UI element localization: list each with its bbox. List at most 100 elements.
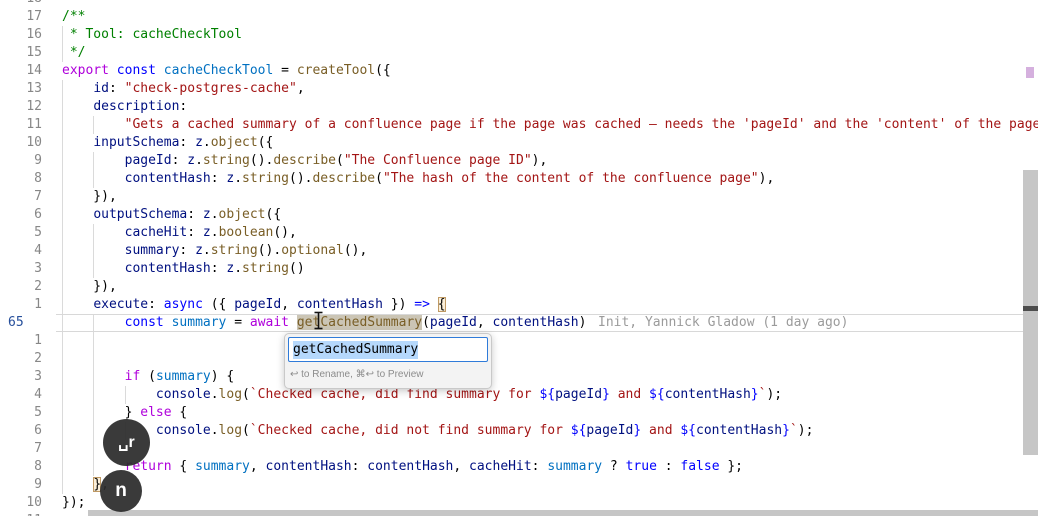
code-line[interactable]: 4 console.log(`Checked cache, did find s…: [0, 386, 1038, 404]
code-token: id: [93, 81, 109, 96]
line-number[interactable]: 3: [0, 260, 56, 278]
line-number[interactable]: 65: [0, 314, 56, 332]
code-token: ().: [289, 171, 313, 186]
line-number[interactable]: 5: [0, 224, 56, 242]
code-token: contentHash: [664, 387, 751, 402]
line-number[interactable]: 5: [0, 404, 56, 422]
git-blame-annotation: Init, Yannick Gladow (1 day ago): [598, 315, 849, 330]
code-token: );: [797, 423, 814, 438]
code-token: ): [578, 315, 587, 330]
code-token: object: [210, 135, 258, 150]
code-line-text: inputSchema: z.object({: [56, 134, 1038, 152]
line-number[interactable]: 9: [0, 476, 56, 494]
code-line[interactable]: 4 summary: z.string().optional(),: [0, 242, 1038, 260]
horizontal-scrollbar-thumb[interactable]: [88, 510, 1038, 516]
code-token: describe: [312, 171, 376, 186]
code-line[interactable]: 3 contentHash: z.string(): [0, 260, 1038, 278]
code-line[interactable]: 8 return { summary, contentHash: content…: [0, 458, 1038, 476]
code-line[interactable]: 2 }),: [0, 278, 1038, 296]
line-number[interactable]: 4: [0, 386, 56, 404]
code-line[interactable]: 12 description:: [0, 98, 1038, 116]
code-token: :: [179, 135, 196, 150]
code-line[interactable]: 2: [0, 350, 1038, 368]
code-line[interactable]: 5 } else {: [0, 404, 1038, 422]
line-number[interactable]: 9: [0, 152, 56, 170]
line-number[interactable]: 18: [0, 0, 56, 8]
code-token: async: [163, 297, 203, 312]
code-token: ),: [531, 153, 548, 168]
line-number[interactable]: 2: [0, 278, 56, 296]
code-token: cacheCheckTool: [163, 63, 274, 78]
line-number[interactable]: 4: [0, 242, 56, 260]
line-number[interactable]: 16: [0, 26, 56, 44]
code-token: .: [234, 261, 243, 276]
code-token: ({: [375, 63, 391, 78]
code-token: {: [437, 297, 446, 312]
code-line[interactable]: 8 contentHash: z.string().describe("The …: [0, 170, 1038, 188]
code-line[interactable]: 3 if (summary) {: [0, 368, 1038, 386]
line-number[interactable]: 12: [0, 98, 56, 116]
code-line[interactable]: 17 /**: [0, 8, 1038, 26]
code-token: (),: [273, 225, 297, 240]
code-line[interactable]: 5 cacheHit: z.boolean(),: [0, 224, 1038, 242]
code-line[interactable]: 7: [0, 440, 1038, 458]
code-token: ) {: [210, 369, 235, 384]
line-number[interactable]: 6: [0, 206, 56, 224]
code-line[interactable]: 1: [0, 332, 1038, 350]
line-number[interactable]: 11: [0, 512, 56, 516]
line-number[interactable]: 7: [0, 188, 56, 206]
keystroke-bubble-n: n: [100, 470, 142, 512]
line-number[interactable]: 8: [0, 170, 56, 188]
line-number[interactable]: 10: [0, 494, 56, 512]
code-area[interactable]: 1817/**16 * Tool: cacheCheckTool15 */14e…: [0, 0, 1038, 516]
code-token: */: [62, 45, 86, 60]
line-number[interactable]: 3: [0, 368, 56, 386]
vertical-scrollbar-thumb[interactable]: [1023, 170, 1038, 455]
code-line[interactable]: 9 },: [0, 476, 1038, 494]
code-line[interactable]: 10 inputSchema: z.object({: [0, 134, 1038, 152]
line-number[interactable]: 14: [0, 62, 56, 80]
code-line[interactable]: 18: [0, 0, 1038, 8]
code-token: ,: [281, 297, 297, 312]
line-number[interactable]: 15: [0, 44, 56, 62]
indent-guide: [62, 440, 63, 458]
code-line-text: * Tool: cacheCheckTool: [56, 26, 1038, 44]
rename-input[interactable]: getCachedSummary: [288, 337, 488, 362]
line-number[interactable]: 11: [0, 116, 56, 134]
code-line[interactable]: 1 execute: async ({ pageId, contentHash …: [0, 296, 1038, 314]
code-line[interactable]: 14 export const cacheCheckTool = createTo…: [0, 62, 1038, 80]
code-token: true: [625, 459, 657, 474]
code-token: :: [108, 81, 125, 96]
line-number[interactable]: 6: [0, 422, 56, 440]
code-line[interactable]: 16 * Tool: cacheCheckTool: [0, 26, 1038, 44]
code-line[interactable]: 15 */: [0, 44, 1038, 62]
code-line[interactable]: 65 const summary = await getCachedSummar…: [0, 314, 1038, 332]
line-number[interactable]: 8: [0, 458, 56, 476]
line-number[interactable]: 10: [0, 134, 56, 152]
code-token: ,: [453, 459, 470, 474]
code-line[interactable]: 6 outputSchema: z.object({: [0, 206, 1038, 224]
line-number[interactable]: 13: [0, 80, 56, 98]
code-token: ({: [202, 297, 235, 312]
line-number[interactable]: 7: [0, 440, 56, 458]
line-number[interactable]: 1: [0, 332, 56, 350]
code-line-text: /**: [56, 8, 1038, 26]
code-token: :: [531, 459, 548, 474]
line-number[interactable]: 17: [0, 8, 56, 26]
line-number[interactable]: 1: [0, 296, 56, 314]
code-token: :: [656, 459, 681, 474]
code-line[interactable]: 6 console.log(`Checked cache, did not fi…: [0, 422, 1038, 440]
code-token: contentHash: [124, 261, 211, 276]
code-token: :: [187, 207, 203, 222]
code-line[interactable]: 9 pageId: z.string().describe("The Confl…: [0, 152, 1038, 170]
line-number[interactable]: 2: [0, 350, 56, 368]
code-line[interactable]: 13 id: "check-postgres-cache",: [0, 80, 1038, 98]
code-line[interactable]: 11 "Gets a cached summary of a confluenc…: [0, 116, 1038, 134]
code-token: and: [641, 423, 681, 438]
code-line[interactable]: 7 }),: [0, 188, 1038, 206]
code-token: summary: [155, 369, 211, 384]
